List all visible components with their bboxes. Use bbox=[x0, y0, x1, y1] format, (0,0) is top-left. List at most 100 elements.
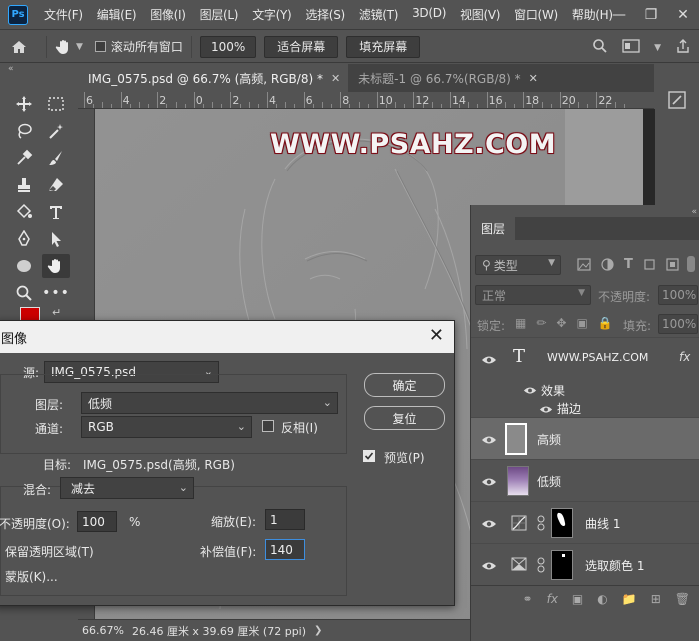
close-icon[interactable]: ✕ bbox=[331, 72, 340, 85]
hand-tool-icon[interactable] bbox=[42, 254, 70, 278]
layer-name[interactable]: 高频 bbox=[537, 431, 561, 448]
add-style-icon[interactable]: fx bbox=[547, 592, 558, 606]
chevron-down-icon[interactable]: ▼ bbox=[76, 42, 83, 52]
new-layer-icon[interactable]: ⊞ bbox=[651, 592, 661, 606]
menu-item[interactable]: 图层(L) bbox=[193, 6, 246, 23]
visibility-eye-icon[interactable] bbox=[481, 476, 497, 486]
scroll-all-checkbox[interactable] bbox=[94, 41, 106, 52]
scroll-all-option[interactable]: 滚动所有窗口 bbox=[94, 38, 183, 55]
magic-wand-icon[interactable] bbox=[42, 119, 70, 143]
stamp-tool-icon[interactable] bbox=[10, 173, 38, 197]
eyedropper-icon[interactable] bbox=[10, 146, 38, 170]
collapse-layers-icon[interactable]: « bbox=[691, 207, 697, 217]
layer-row-low-frequency[interactable]: 低频 bbox=[471, 459, 699, 501]
layer-name[interactable]: 曲线 1 bbox=[585, 515, 620, 532]
visibility-eye-icon[interactable] bbox=[481, 434, 497, 444]
lock-all-icon[interactable]: 🔒 bbox=[598, 316, 613, 330]
hand-tool-icon[interactable]: ▼ bbox=[55, 38, 83, 56]
delete-layer-icon[interactable]: 🗑 bbox=[675, 592, 690, 606]
reset-button[interactable]: 复位 bbox=[364, 406, 445, 430]
close-icon[interactable]: ✕ bbox=[529, 72, 538, 85]
link-icon[interactable] bbox=[537, 557, 545, 576]
move-tool-icon[interactable] bbox=[10, 92, 38, 116]
mask-label[interactable]: 蒙版(K)... bbox=[5, 568, 58, 585]
invert-label[interactable]: 反相(I) bbox=[281, 419, 318, 436]
menu-item[interactable]: 编辑(E) bbox=[90, 6, 143, 23]
add-mask-icon[interactable]: ▣ bbox=[572, 592, 583, 606]
menu-item[interactable]: 窗口(W) bbox=[507, 6, 565, 23]
lasso-tool-icon[interactable] bbox=[10, 119, 38, 143]
home-icon[interactable] bbox=[0, 40, 38, 54]
layer-effects-row[interactable]: 效果 bbox=[471, 379, 699, 399]
minimize-icon[interactable]: — bbox=[603, 7, 635, 23]
stroke-effect-row[interactable]: 描边 bbox=[471, 398, 699, 418]
filter-shape-icon[interactable] bbox=[643, 258, 656, 274]
invert-checkbox[interactable] bbox=[262, 420, 274, 432]
preview-label[interactable]: 预览(P) bbox=[384, 449, 425, 466]
offset-input[interactable]: 140 bbox=[265, 539, 305, 560]
path-select-icon[interactable] bbox=[42, 227, 70, 251]
visibility-eye-icon[interactable] bbox=[481, 560, 497, 570]
fill-input[interactable]: 100% bbox=[658, 314, 698, 334]
ellipse-tool-icon[interactable] bbox=[10, 254, 38, 278]
opacity-input[interactable]: 100% bbox=[658, 285, 698, 305]
menu-item[interactable]: 选择(S) bbox=[298, 6, 351, 23]
lock-transparent-icon[interactable]: ▦ bbox=[515, 316, 526, 330]
new-adjustment-icon[interactable]: ◐ bbox=[597, 592, 607, 606]
collapse-left-icon[interactable]: « bbox=[8, 64, 14, 76]
preserve-transparency-label[interactable]: 保留透明区域(T) bbox=[5, 543, 94, 560]
lock-position-icon[interactable]: ✥ bbox=[556, 316, 566, 330]
channel-select[interactable]: RGB ⌄ bbox=[81, 416, 252, 438]
link-layers-icon[interactable]: ⚭ bbox=[523, 592, 533, 606]
visibility-eye-icon[interactable] bbox=[481, 354, 497, 364]
fit-screen-button[interactable]: 适合屏幕 bbox=[264, 35, 339, 58]
layer-name[interactable]: WWW.PSAHZ.COM bbox=[547, 351, 648, 364]
preview-checkbox[interactable] bbox=[363, 450, 375, 462]
marquee-tool-icon[interactable] bbox=[42, 92, 70, 116]
menu-item[interactable]: 3D(D) bbox=[405, 6, 453, 23]
paint-bucket-icon[interactable] bbox=[10, 200, 38, 224]
opacity-input[interactable]: 100 bbox=[77, 511, 117, 532]
swap-colors-icon[interactable]: ↵ bbox=[52, 306, 61, 319]
blend-mode-dropdown[interactable]: 正常 ▼ bbox=[475, 285, 591, 305]
menu-item[interactable]: 文件(F) bbox=[37, 6, 90, 23]
restore-icon[interactable]: ❐ bbox=[635, 7, 667, 23]
lock-image-icon[interactable]: ✏ bbox=[536, 316, 546, 330]
share-icon[interactable] bbox=[675, 38, 691, 57]
chevron-down-icon[interactable]: ▼ bbox=[654, 43, 661, 53]
new-group-icon[interactable]: 📁 bbox=[622, 592, 637, 606]
fx-icon[interactable]: fx bbox=[679, 350, 690, 364]
tab-layers[interactable]: 图层 bbox=[471, 217, 516, 240]
layer-row-text[interactable]: T WWW.PSAHZ.COM fx bbox=[471, 337, 699, 379]
filter-type-icon[interactable]: T bbox=[624, 258, 633, 274]
close-icon[interactable]: ✕ bbox=[429, 325, 444, 346]
chevron-right-icon[interactable]: ❯ bbox=[314, 625, 322, 636]
blending-select[interactable]: 减去 ⌄ bbox=[60, 477, 194, 499]
layer-name[interactable]: 低频 bbox=[537, 473, 561, 490]
fill-screen-button[interactable]: 填充屏幕 bbox=[346, 35, 421, 58]
close-window-icon[interactable]: ✕ bbox=[667, 7, 699, 23]
lock-artboard-icon[interactable]: ▣ bbox=[576, 316, 587, 330]
layer-row-selective-color[interactable]: 选取颜色 1 bbox=[471, 543, 699, 585]
menu-item[interactable]: 视图(V) bbox=[453, 6, 507, 23]
zoom-tool-icon[interactable] bbox=[10, 281, 38, 305]
search-icon[interactable] bbox=[592, 38, 608, 57]
properties-panel-icon[interactable] bbox=[667, 90, 687, 113]
menu-item[interactable]: 滤镜(T) bbox=[352, 6, 405, 23]
layer-filter-dropdown[interactable]: ⚲ 类型 ▼ bbox=[475, 255, 561, 275]
layer-name[interactable]: 选取颜色 1 bbox=[585, 557, 644, 574]
workspace-icon[interactable] bbox=[622, 39, 640, 56]
filter-pixel-icon[interactable] bbox=[577, 258, 591, 274]
tab-untitled-1[interactable]: 未标题-1 @ 66.7%(RGB/8) * ✕ bbox=[348, 64, 546, 92]
layer-row-high-frequency[interactable]: 高频 bbox=[471, 417, 699, 459]
visibility-eye-icon[interactable] bbox=[523, 384, 539, 394]
layer-row-curves[interactable]: 曲线 1 bbox=[471, 501, 699, 543]
ok-button[interactable]: 确定 bbox=[364, 373, 445, 397]
zoom-level[interactable]: 66.67% bbox=[82, 624, 124, 637]
filter-toggle[interactable] bbox=[687, 256, 695, 272]
link-icon[interactable] bbox=[537, 515, 545, 534]
zoom-100-button[interactable]: 100% bbox=[199, 35, 257, 58]
filter-adjustment-icon[interactable] bbox=[601, 258, 614, 274]
visibility-eye-icon[interactable] bbox=[481, 518, 497, 528]
tab-img-0575[interactable]: IMG_0575.psd @ 66.7% (高频, RGB/8) * ✕ bbox=[78, 64, 349, 92]
